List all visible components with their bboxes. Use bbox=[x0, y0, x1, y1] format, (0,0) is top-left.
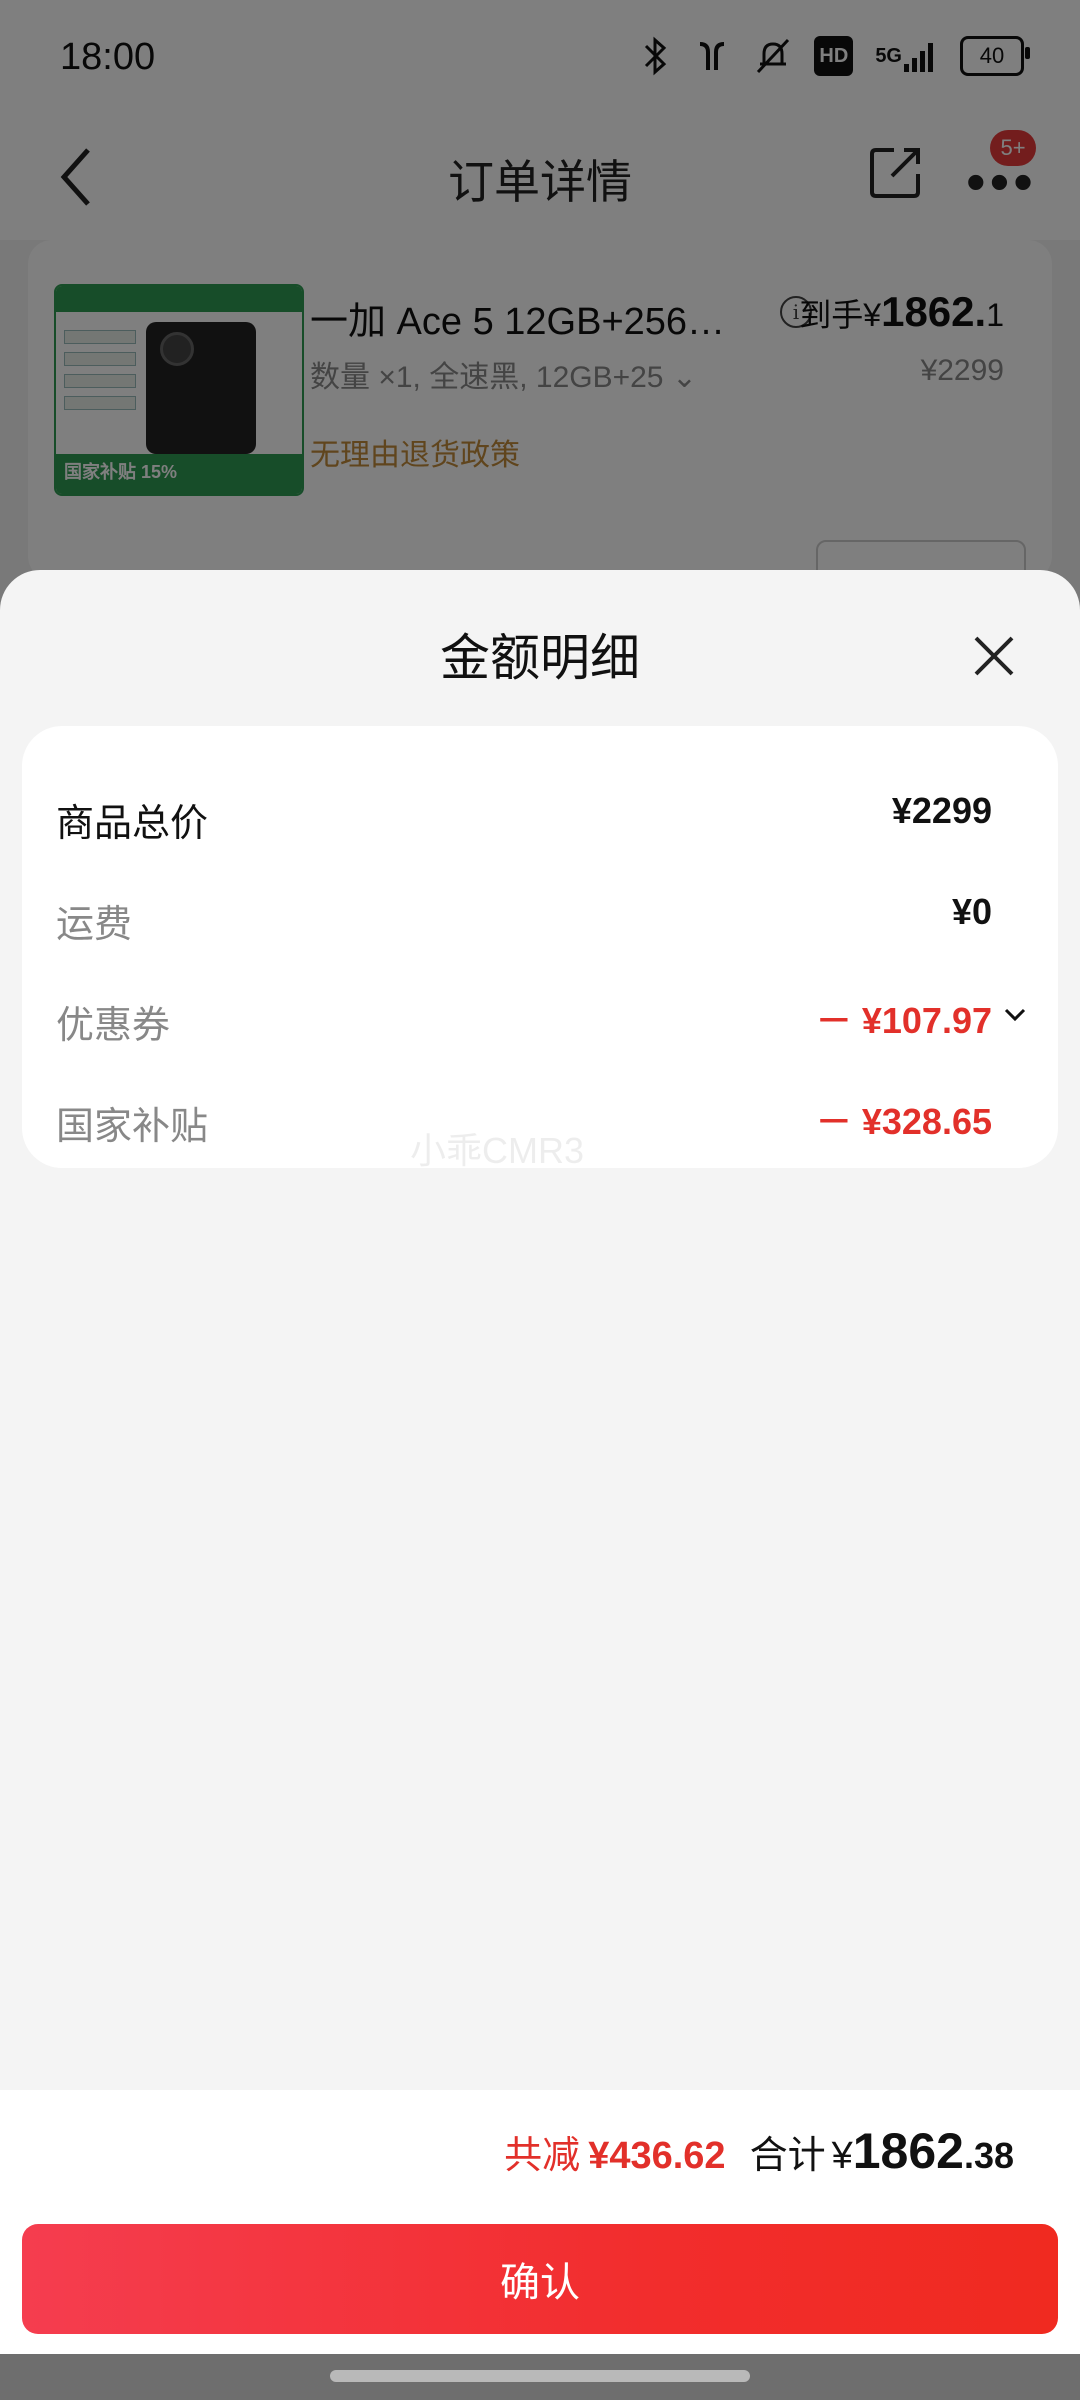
total-amount-dec: .38 bbox=[963, 2135, 1014, 2176]
row-value: － ¥328.65 bbox=[815, 1101, 992, 1142]
row-value: － ¥107.97 bbox=[815, 1000, 992, 1041]
sheet-title: 金额明细 bbox=[440, 630, 640, 686]
chevron-down-icon[interactable] bbox=[1002, 1002, 1028, 1028]
confirm-button[interactable]: 确认 bbox=[22, 2224, 1058, 2334]
home-indicator[interactable] bbox=[330, 2370, 750, 2382]
row-label: 商品总价 bbox=[56, 803, 209, 845]
row-goods-total: 商品总价 ¥2299 bbox=[22, 766, 1058, 866]
price-summary: 共减 ¥436.62 合计 ¥ 1862 .38 bbox=[504, 2122, 1014, 2180]
footer-button-area: 确认 bbox=[0, 2212, 1080, 2362]
row-value: ¥2299 bbox=[891, 790, 992, 831]
total-currency: ¥ bbox=[831, 2135, 853, 2177]
amount-detail-sheet: 金额明细 商品总价 ¥2299 运费 ¥0 优惠券 － ¥107.97 国家补贴… bbox=[0, 570, 1080, 2090]
watermark: 小乖CMR3 bbox=[410, 1130, 585, 1171]
row-shipping: 运费 ¥0 bbox=[22, 867, 1058, 967]
total-label: 合计 bbox=[749, 2135, 826, 2177]
row-label: 国家补贴 bbox=[56, 1106, 209, 1148]
amount-detail-card: 商品总价 ¥2299 运费 ¥0 优惠券 － ¥107.97 国家补贴 － ¥3… bbox=[22, 726, 1058, 1168]
row-label: 运费 bbox=[56, 904, 133, 946]
saved-label: 共减 bbox=[504, 2135, 581, 2177]
row-value: ¥0 bbox=[951, 891, 992, 932]
price-summary-bar: 共减 ¥436.62 合计 ¥ 1862 .38 bbox=[0, 2090, 1080, 2212]
total-amount-int: 1862 bbox=[852, 2123, 964, 2179]
row-label: 优惠券 bbox=[56, 1005, 171, 1047]
row-coupon[interactable]: 优惠券 － ¥107.97 bbox=[22, 968, 1058, 1068]
close-icon[interactable] bbox=[968, 630, 1020, 682]
saved-amount: ¥436.62 bbox=[588, 2135, 726, 2177]
